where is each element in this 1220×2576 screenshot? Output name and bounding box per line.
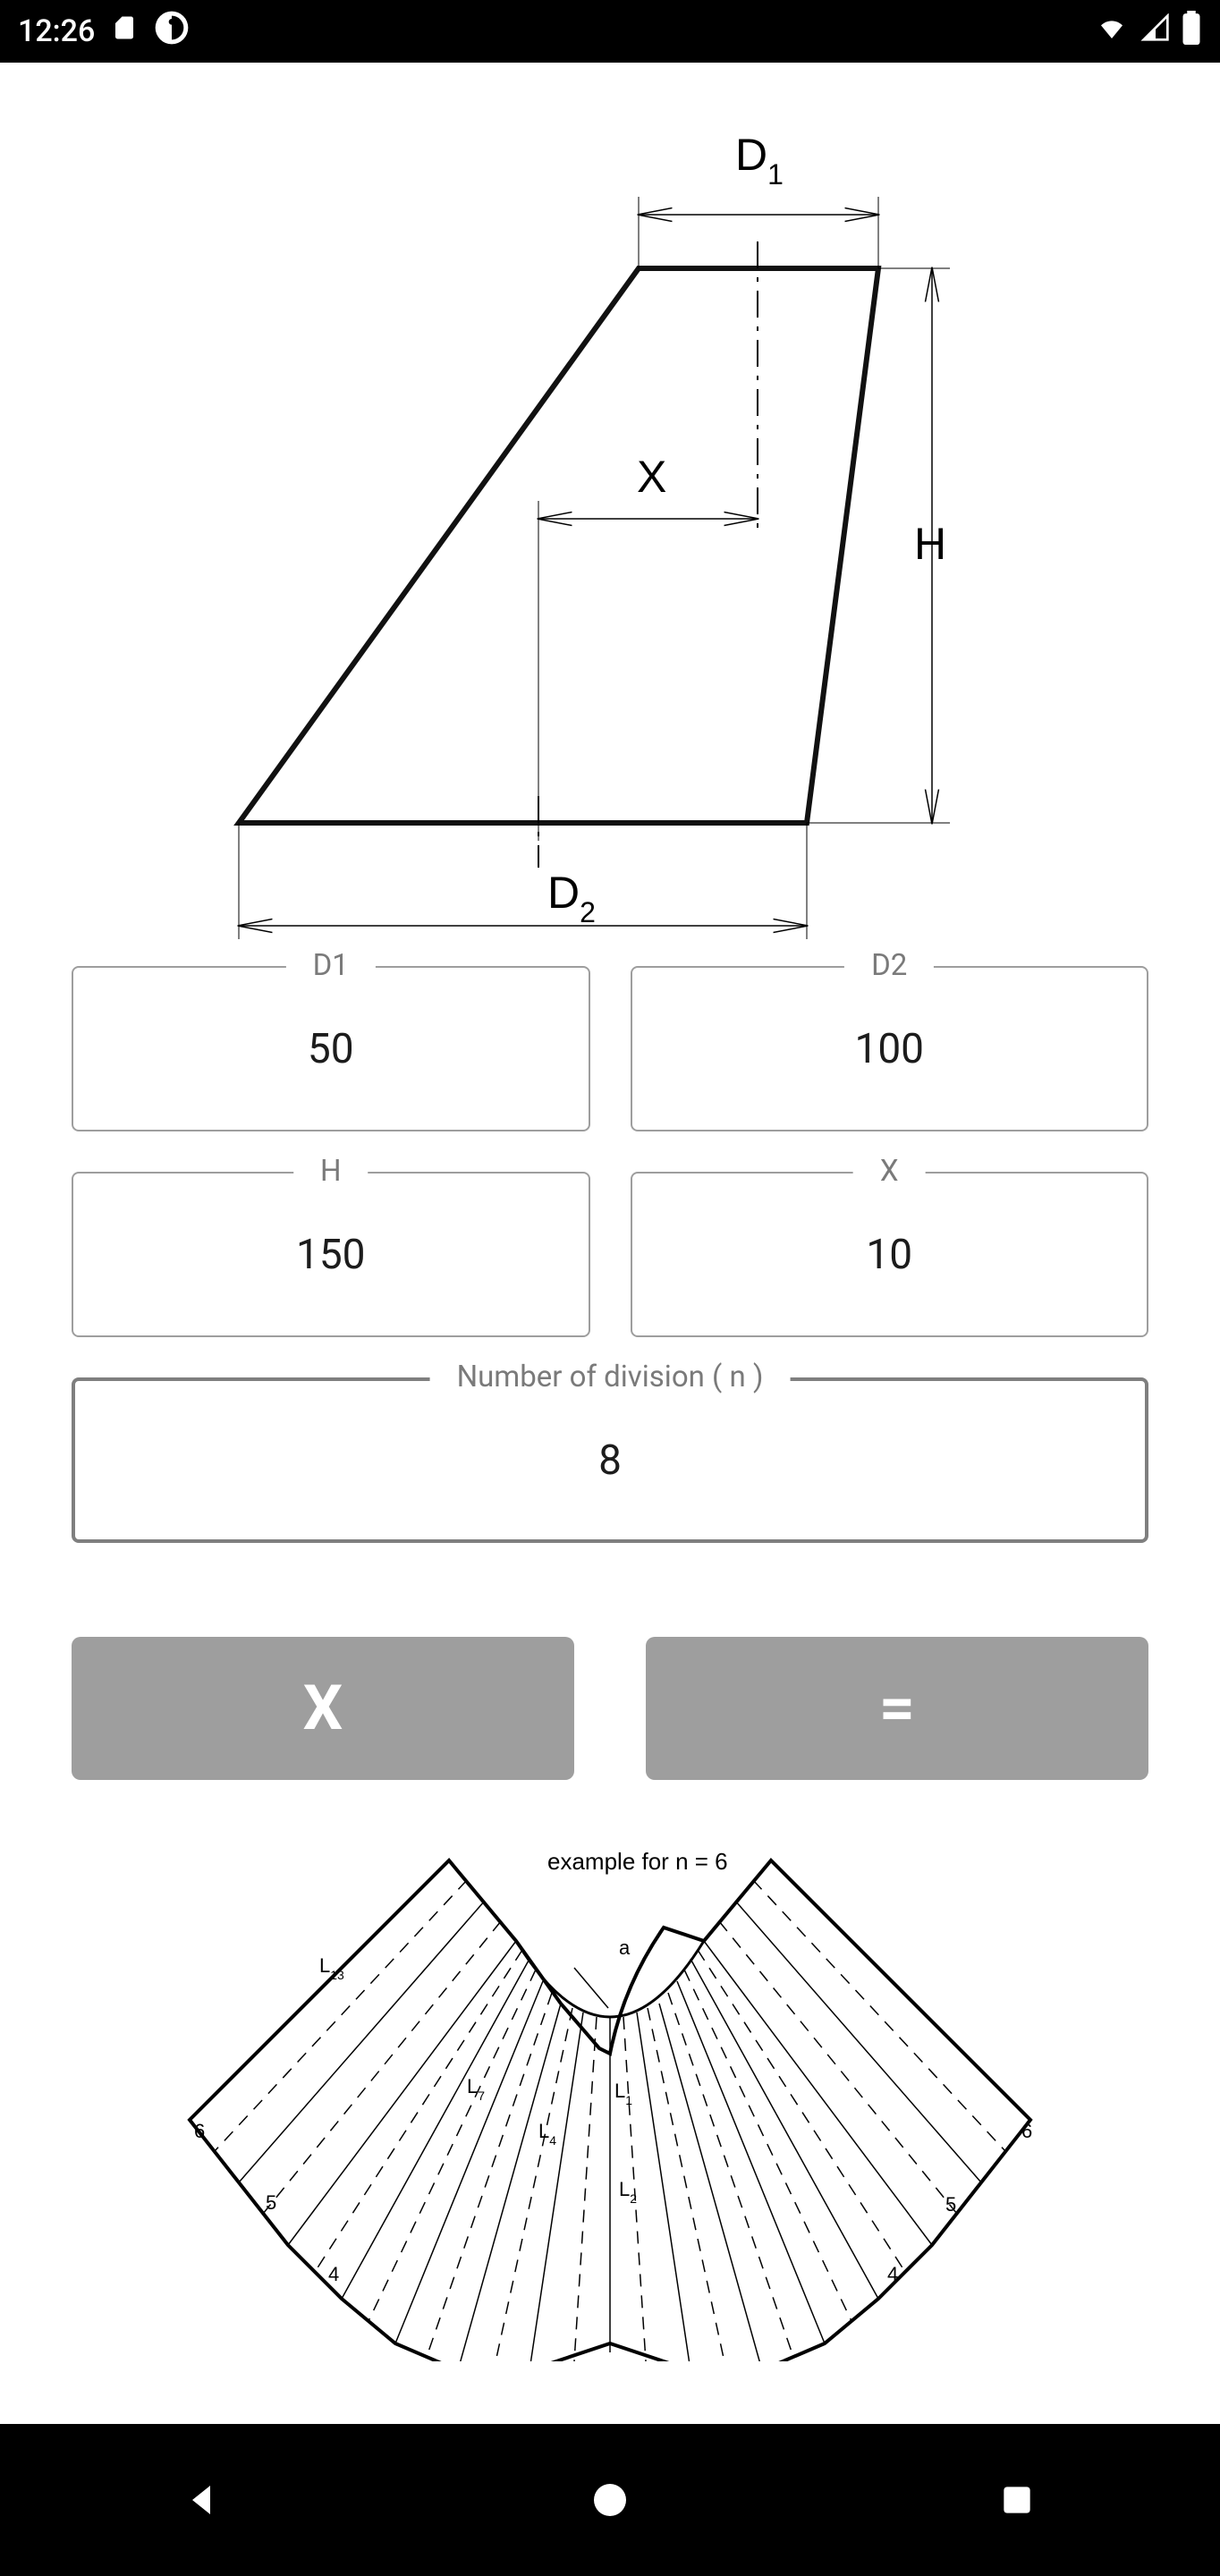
status-time: 12:26 — [18, 13, 95, 49]
svg-text:D1: D1 — [735, 130, 784, 191]
wifi-icon — [1093, 13, 1131, 50]
home-button[interactable] — [574, 2464, 646, 2536]
n-label: Number of division ( n ) — [430, 1360, 791, 1394]
h-value: 150 — [296, 1231, 366, 1279]
battery-icon — [1181, 11, 1202, 53]
svg-text:L13: L13 — [319, 1954, 344, 1982]
n-value: 8 — [598, 1436, 622, 1485]
svg-text:4: 4 — [887, 2263, 898, 2285]
svg-text:L4: L4 — [538, 2120, 556, 2148]
calculate-button[interactable]: = — [646, 1637, 1148, 1780]
svg-text:D2: D2 — [547, 868, 596, 928]
x-label: X — [853, 1154, 926, 1189]
h-field[interactable]: 150 H — [72, 1172, 590, 1337]
status-right — [1093, 11, 1202, 53]
bottom-diagram: example for n = 6 — [0, 1789, 1220, 2361]
sd-card-icon — [111, 12, 138, 52]
svg-text:L1: L1 — [614, 2080, 632, 2107]
back-button[interactable] — [167, 2464, 239, 2536]
svg-text:example for n = 6: example for n = 6 — [547, 1848, 728, 1875]
top-diagram: D1 D2 H X — [0, 63, 1220, 957]
clear-button[interactable]: X — [72, 1637, 574, 1780]
h-label: H — [293, 1154, 369, 1189]
action-buttons: X = — [0, 1610, 1220, 1789]
app-icon — [154, 10, 190, 54]
input-form: 50 D1 100 D2 150 H 10 X 8 Number of divi… — [0, 957, 1220, 1610]
svg-text:a: a — [619, 1936, 631, 1959]
clear-label: X — [303, 1672, 343, 1745]
svg-text:L7: L7 — [467, 2075, 485, 2103]
svg-text:5: 5 — [945, 2193, 956, 2216]
svg-text:6: 6 — [194, 2120, 205, 2142]
svg-text:6: 6 — [1021, 2120, 1032, 2142]
svg-text:5: 5 — [266, 2191, 276, 2214]
x-field[interactable]: 10 X — [631, 1172, 1149, 1337]
svg-text:L2: L2 — [619, 2178, 637, 2206]
navigation-bar — [0, 2424, 1220, 2576]
calc-label: = — [879, 1672, 915, 1745]
d1-label: D1 — [286, 948, 376, 983]
svg-text:4: 4 — [328, 2263, 339, 2285]
d2-field[interactable]: 100 D2 — [631, 966, 1149, 1131]
d1-value: 50 — [308, 1025, 354, 1073]
svg-text:H: H — [914, 519, 946, 569]
d2-value: 100 — [854, 1025, 924, 1073]
status-left: 12:26 — [18, 10, 190, 54]
n-field[interactable]: 8 Number of division ( n ) — [72, 1377, 1148, 1543]
svg-text:X: X — [637, 452, 666, 502]
d2-label: D2 — [844, 948, 934, 983]
x-value: 10 — [866, 1231, 912, 1279]
content-area: D1 D2 H X 50 D1 100 D2 — [0, 63, 1220, 2424]
d1-field[interactable]: 50 D1 — [72, 966, 590, 1131]
recents-button[interactable] — [981, 2464, 1053, 2536]
cell-signal-icon — [1140, 13, 1172, 50]
status-bar: 12:26 — [0, 0, 1220, 63]
